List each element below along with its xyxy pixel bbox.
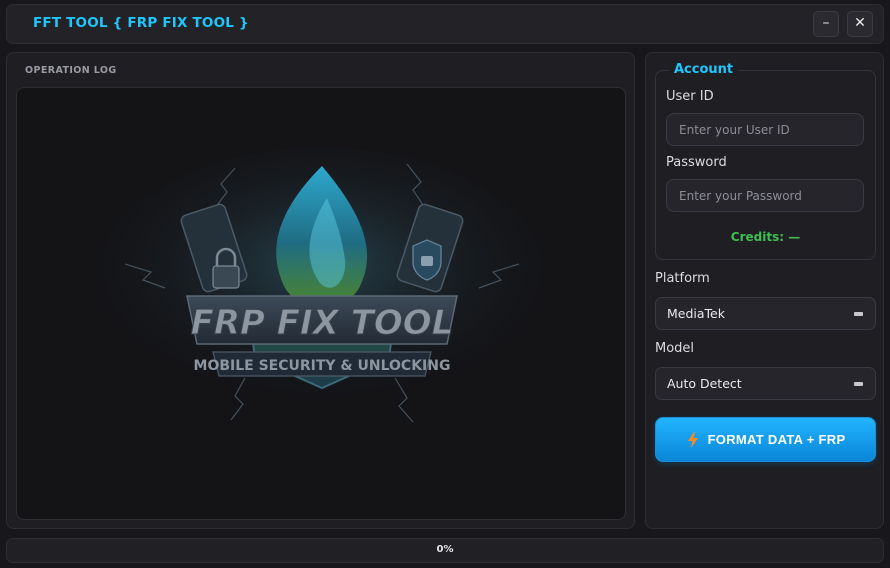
dropdown-arrow-icon	[854, 312, 863, 316]
platform-label: Platform	[655, 271, 710, 286]
model-label: Model	[655, 341, 695, 356]
progress-bar: 0%	[6, 538, 884, 563]
operation-log-panel: OPERATION LOG FRP FIX TOOL MOBILE SECURI…	[6, 52, 635, 529]
account-group: Account User ID Password Credits: —	[655, 62, 876, 260]
account-legend: Account	[669, 62, 739, 77]
progress-text: 0%	[436, 544, 454, 555]
operation-log-heading: OPERATION LOG	[25, 65, 117, 76]
password-input[interactable]	[666, 179, 864, 212]
logo-title: FRP FIX TOOL	[191, 303, 454, 343]
platform-select[interactable]: MediaTek	[655, 297, 876, 330]
dropdown-arrow-icon	[854, 382, 863, 386]
title-bar: FFT TOOL { FRP FIX TOOL } – ✕	[6, 4, 884, 44]
window-title: FFT TOOL { FRP FIX TOOL }	[33, 15, 249, 31]
format-button-label: FORMAT DATA + FRP	[707, 432, 846, 447]
app-window: FFT TOOL { FRP FIX TOOL } – ✕ OPERATION …	[0, 0, 890, 568]
logo-subtitle: MOBILE SECURITY & UNLOCKING	[194, 358, 451, 374]
model-select[interactable]: Auto Detect	[655, 367, 876, 400]
user-id-input[interactable]	[666, 113, 864, 146]
close-button[interactable]: ✕	[847, 11, 873, 37]
operation-log-output[interactable]: FRP FIX TOOL MOBILE SECURITY & UNLOCKING	[16, 87, 626, 520]
minimize-button[interactable]: –	[813, 11, 839, 37]
credits-status: Credits: —	[730, 230, 801, 244]
frp-fix-tool-logo: FRP FIX TOOL MOBILE SECURITY & UNLOCKING	[97, 148, 547, 423]
format-data-frp-button[interactable]: FORMAT DATA + FRP	[655, 417, 876, 462]
control-panel: Account User ID Password Credits: — Plat…	[645, 52, 884, 529]
user-id-label: User ID	[666, 89, 714, 104]
model-selected: Auto Detect	[667, 376, 742, 391]
password-label: Password	[666, 155, 727, 170]
lightning-bolt-icon	[687, 431, 698, 448]
platform-selected: MediaTek	[667, 306, 725, 321]
